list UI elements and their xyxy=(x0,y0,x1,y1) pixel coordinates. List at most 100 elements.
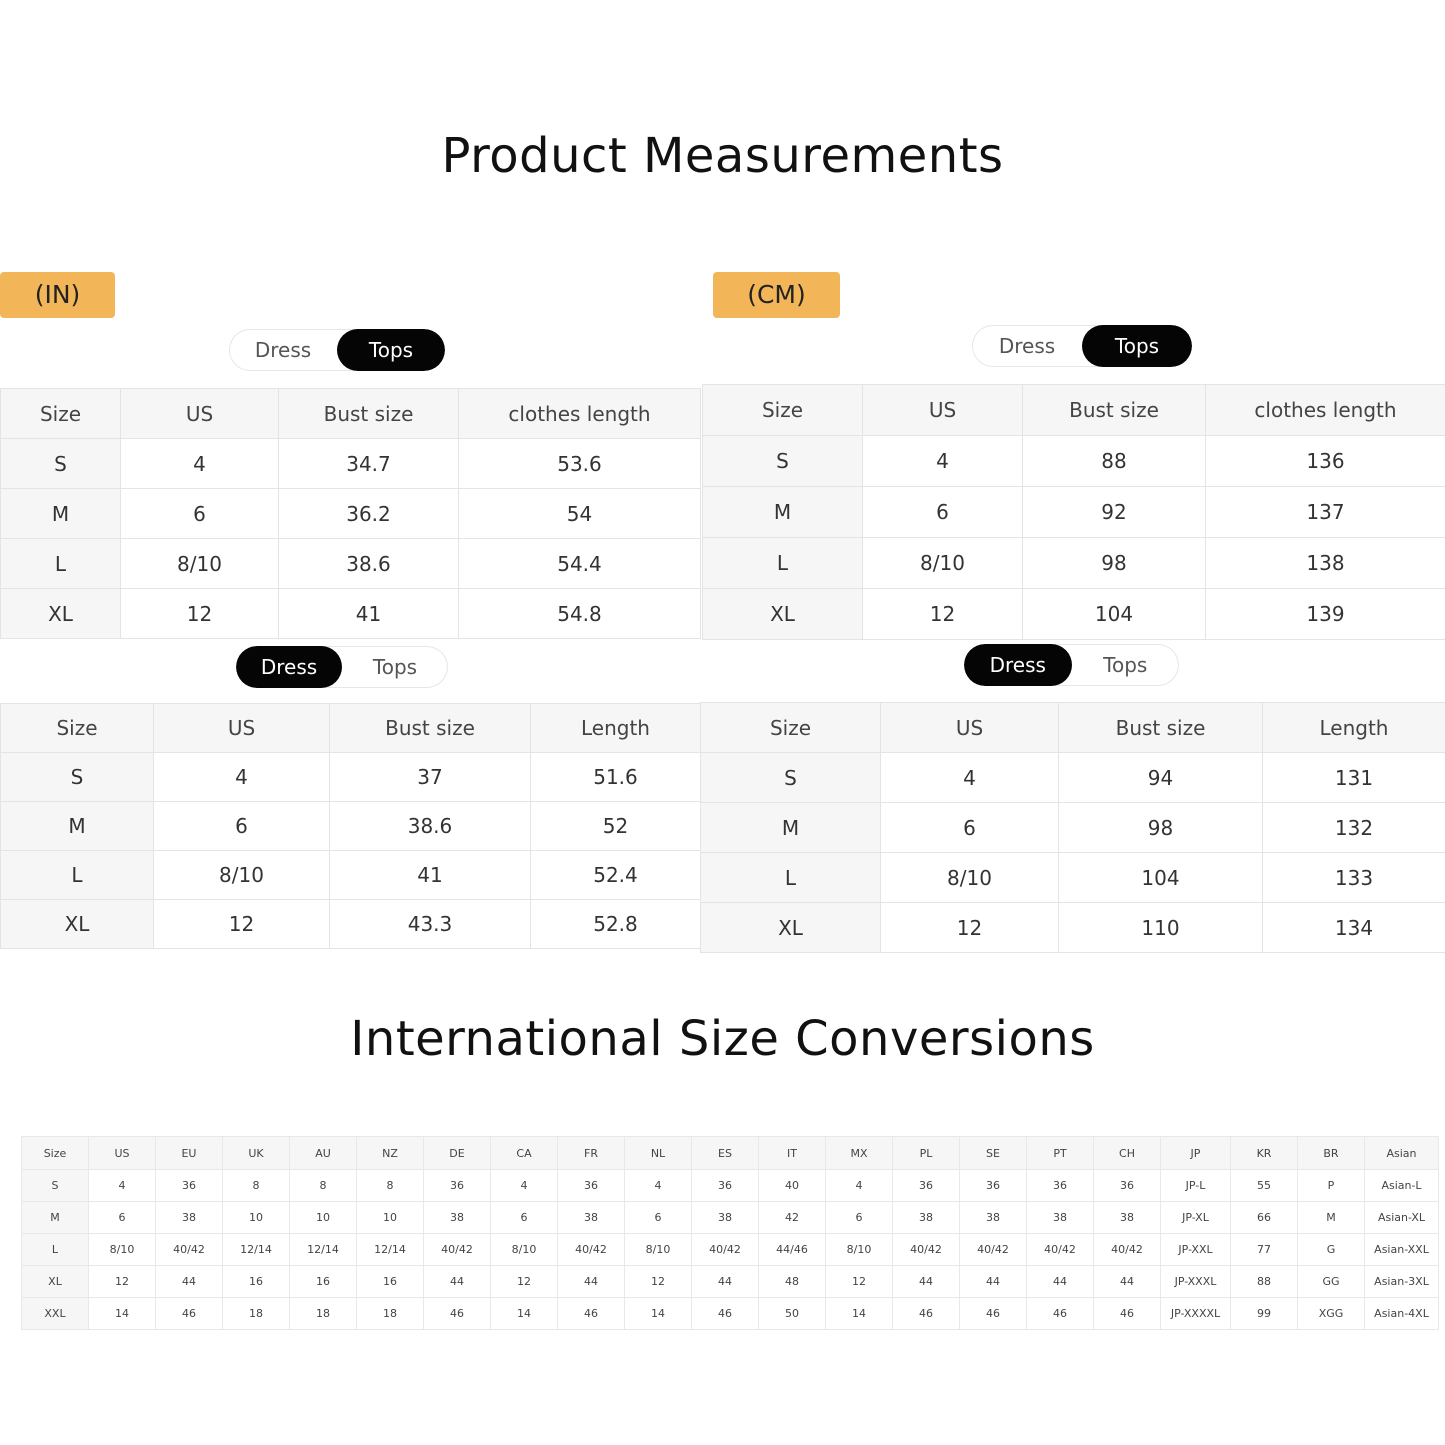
value-cell: 8/10 xyxy=(862,537,1023,589)
value-cell: Asian-4XL xyxy=(1364,1297,1439,1330)
unit-badge-inches: (IN) xyxy=(0,272,115,318)
toggle-tops-option[interactable]: Tops xyxy=(337,329,445,371)
size-cell: L xyxy=(0,850,154,900)
value-cell: 46 xyxy=(1093,1297,1161,1330)
value-cell: 38 xyxy=(423,1201,491,1234)
value-cell: M xyxy=(1297,1201,1365,1234)
value-cell: 88 xyxy=(1230,1265,1298,1298)
size-table-cm-tops: Size US Bust size clothes length S 4 88 136 M 6 92… xyxy=(702,384,1445,640)
value-cell: 54 xyxy=(458,488,701,539)
conversion-title: International Size Conversions xyxy=(350,1011,1095,1067)
value-cell: 132 xyxy=(1262,802,1445,853)
value-cell: 66 xyxy=(1230,1201,1298,1234)
column-header: Length xyxy=(1262,702,1445,753)
value-cell: 38.6 xyxy=(278,538,459,589)
size-cell: M xyxy=(0,801,154,851)
column-header: ES xyxy=(691,1136,759,1170)
table-row: S 4 34.7 53.6 xyxy=(0,438,701,489)
value-cell: 6 xyxy=(490,1201,558,1234)
value-cell: 36 xyxy=(155,1169,223,1202)
table-row: L 8/10 41 52.4 xyxy=(0,850,701,900)
size-cell: L xyxy=(700,852,881,903)
value-cell: 40/42 xyxy=(1026,1233,1094,1266)
value-cell: 43.3 xyxy=(329,899,531,949)
value-cell: 4 xyxy=(825,1169,893,1202)
toggle-dress-option[interactable]: Dress xyxy=(964,644,1072,686)
value-cell: 38 xyxy=(155,1201,223,1234)
value-cell: 98 xyxy=(1022,537,1206,589)
value-cell: 18 xyxy=(356,1297,424,1330)
size-cell: XL xyxy=(700,902,881,953)
header-row: Size US Bust size Length xyxy=(0,703,701,753)
column-header: BR xyxy=(1297,1136,1365,1170)
toggle-dress-option[interactable]: Dress xyxy=(229,329,337,371)
toggle-tops-option[interactable]: Tops xyxy=(1072,644,1180,686)
value-cell: 38 xyxy=(892,1201,960,1234)
value-cell: 40/42 xyxy=(423,1233,491,1266)
value-cell: 40/42 xyxy=(1093,1233,1161,1266)
value-cell: 44 xyxy=(959,1265,1027,1298)
garment-toggle-in-dress[interactable]: Dress Tops xyxy=(236,646,448,688)
value-cell: Asian-XL xyxy=(1364,1201,1439,1234)
size-table-cm-dress: Size US Bust size Length S 4 94 131 M 6 98 132 L 8/10… xyxy=(700,702,1445,953)
size-cell: L xyxy=(21,1233,89,1266)
column-header: US xyxy=(88,1136,156,1170)
table-row: XL 12 110 134 xyxy=(700,902,1445,953)
table-row: M 6 38.6 52 xyxy=(0,801,701,851)
table-row: L 8/10 38.6 54.4 xyxy=(0,538,701,589)
garment-toggle-cm-dress[interactable]: Dress Tops xyxy=(964,644,1179,686)
value-cell: 94 xyxy=(1058,752,1263,803)
size-cell: XL xyxy=(702,588,863,640)
value-cell: 8/10 xyxy=(624,1233,692,1266)
size-cell: S xyxy=(21,1169,89,1202)
value-cell: 4 xyxy=(120,438,279,489)
value-cell: 46 xyxy=(423,1297,491,1330)
value-cell: 36 xyxy=(557,1169,625,1202)
toggle-tops-option[interactable]: Tops xyxy=(1082,325,1192,367)
value-cell: Asian-3XL xyxy=(1364,1265,1439,1298)
value-cell: 38 xyxy=(1026,1201,1094,1234)
value-cell: 99 xyxy=(1230,1297,1298,1330)
size-cell: XL xyxy=(0,588,121,639)
value-cell: 12 xyxy=(153,899,330,949)
column-header: US xyxy=(862,384,1023,436)
table-row: L 8/10 98 138 xyxy=(702,537,1445,589)
value-cell: 8/10 xyxy=(880,852,1059,903)
toggle-tops-option[interactable]: Tops xyxy=(342,646,448,688)
value-cell: 77 xyxy=(1230,1233,1298,1266)
value-cell: 10 xyxy=(289,1201,357,1234)
value-cell: 12 xyxy=(120,588,279,639)
column-header: EU xyxy=(155,1136,223,1170)
column-header: JP xyxy=(1160,1136,1231,1170)
value-cell: Asian-L xyxy=(1364,1169,1439,1202)
size-cell: S xyxy=(0,752,154,802)
value-cell: 51.6 xyxy=(530,752,701,802)
header-row: Size US Bust size clothes length xyxy=(0,388,701,439)
table-row: L 8/10 40/42 12/14 12/14 12/14 40/42 8/10 40/42 8… xyxy=(21,1233,1439,1266)
column-header: NL xyxy=(624,1136,692,1170)
garment-toggle-in-tops[interactable]: Dress Tops xyxy=(229,329,445,371)
value-cell: JP-XXXXL xyxy=(1160,1297,1231,1330)
value-cell: 36 xyxy=(1026,1169,1094,1202)
value-cell: 12 xyxy=(624,1265,692,1298)
column-header: NZ xyxy=(356,1136,424,1170)
size-cell: XL xyxy=(0,899,154,949)
value-cell: 4 xyxy=(624,1169,692,1202)
value-cell: 40/42 xyxy=(892,1233,960,1266)
garment-toggle-cm-tops[interactable]: Dress Tops xyxy=(972,325,1192,367)
value-cell: 44 xyxy=(1093,1265,1161,1298)
value-cell: 38 xyxy=(557,1201,625,1234)
value-cell: 6 xyxy=(88,1201,156,1234)
table-row: S 4 37 51.6 xyxy=(0,752,701,802)
value-cell: 131 xyxy=(1262,752,1445,803)
value-cell: 12/14 xyxy=(222,1233,290,1266)
header-row: Size US Bust size Length xyxy=(700,702,1445,753)
toggle-dress-option[interactable]: Dress xyxy=(236,646,342,688)
column-header: US xyxy=(880,702,1059,753)
value-cell: JP-XXL xyxy=(1160,1233,1231,1266)
value-cell: 8/10 xyxy=(825,1233,893,1266)
toggle-dress-option[interactable]: Dress xyxy=(972,325,1082,367)
value-cell: 12 xyxy=(825,1265,893,1298)
size-cell: XXL xyxy=(21,1297,89,1330)
value-cell: 54.4 xyxy=(458,538,701,589)
